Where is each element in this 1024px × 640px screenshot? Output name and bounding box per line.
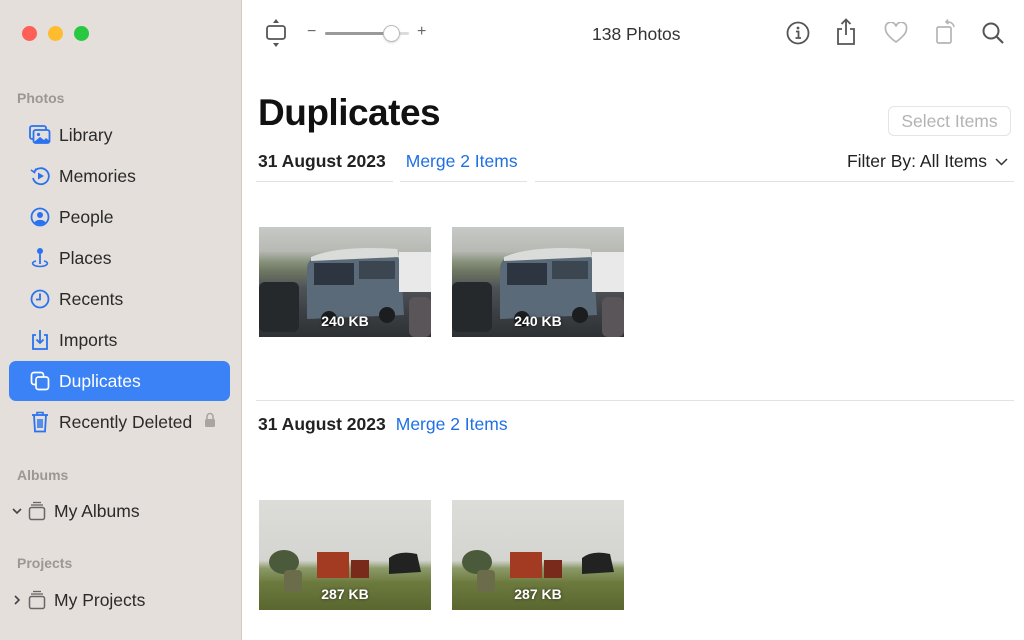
sidebar-item-people[interactable]: People (9, 197, 230, 237)
sidebar-item-my-projects[interactable]: My Projects (10, 585, 145, 615)
chevron-down-icon (995, 157, 1008, 166)
duplicate-group-header: 31 August 2023 Merge 2 Items (258, 151, 518, 172)
sidebar-item-label: Memories (59, 165, 136, 186)
trash-icon (29, 411, 51, 433)
sidebar-item-imports[interactable]: Imports (9, 320, 230, 360)
filter-label: Filter By: (846, 151, 916, 171)
photo-file-size: 287 KB (321, 586, 369, 602)
sidebar-item-label: Imports (59, 329, 118, 350)
zoom-slider-track[interactable] (325, 25, 409, 42)
sidebar-item-places[interactable]: Places (9, 238, 230, 278)
sidebar-item-label: My Projects (54, 589, 146, 610)
minimize-window-button[interactable] (48, 26, 63, 41)
import-icon (29, 329, 51, 351)
sidebar-section-photos: Photos (17, 90, 65, 106)
sidebar-item-recently-deleted[interactable]: Recently Deleted (9, 402, 230, 442)
favorite-button[interactable] (883, 20, 909, 46)
info-icon (786, 21, 810, 45)
clock-icon (29, 288, 51, 310)
divider (535, 181, 1014, 182)
sidebar-item-my-albums[interactable]: My Albums (10, 496, 140, 526)
info-button[interactable] (785, 20, 811, 46)
heart-icon (884, 22, 908, 44)
map-pin-icon (29, 247, 51, 269)
merge-items-button[interactable]: Merge 2 Items (406, 151, 518, 172)
sidebar-item-memories[interactable]: Memories (9, 156, 230, 196)
sidebar-item-label: Library (59, 124, 113, 145)
photo-thumbnail[interactable]: 240 KB (259, 227, 431, 337)
album-stack-icon (28, 501, 46, 521)
group-date: 31 August 2023 (258, 414, 386, 434)
photo-count: 138 Photos (592, 24, 681, 44)
sidebar-item-label: My Albums (54, 500, 140, 521)
close-window-button[interactable] (22, 26, 37, 41)
chevron-right-icon[interactable] (10, 595, 24, 605)
page-title: Duplicates (258, 92, 441, 133)
photo-file-size: 240 KB (514, 313, 562, 329)
aspect-ratio-toggle-button[interactable] (265, 18, 287, 48)
photo-file-size: 287 KB (514, 586, 562, 602)
sidebar-item-label: People (59, 206, 114, 227)
zoom-window-button[interactable] (74, 26, 89, 41)
divider (400, 181, 527, 182)
photo-thumbnail[interactable]: 240 KB (452, 227, 624, 337)
zoom-slider-fill (325, 32, 391, 35)
photo-thumbnail[interactable]: 287 KB (259, 500, 431, 610)
share-icon (837, 18, 855, 45)
search-button[interactable] (980, 20, 1006, 46)
aspect-ratio-icon (266, 19, 286, 47)
memories-icon (29, 165, 51, 187)
zoom-slider-knob[interactable] (382, 25, 400, 42)
photos-app-window: Photos Library Memories People Places Re… (0, 0, 1024, 640)
select-items-button[interactable]: Select Items (888, 106, 1011, 136)
main-content: − + 138 Photos Duplicates Select Items 3… (243, 0, 1024, 640)
sidebar-item-label: Places (59, 247, 112, 268)
photo-library-icon (29, 124, 51, 146)
group-separator (256, 400, 1014, 401)
duplicate-group-header: 31 August 2023 Merge 2 Items (258, 414, 508, 435)
duplicate-icon (29, 370, 51, 392)
sidebar-item-duplicates[interactable]: Duplicates (9, 361, 230, 401)
search-icon (982, 22, 1004, 44)
rotate-button[interactable] (933, 17, 959, 47)
album-stack-icon (28, 590, 46, 610)
sidebar-item-recents[interactable]: Recents (9, 279, 230, 319)
group-date: 31 August 2023 (258, 151, 386, 171)
sidebar-item-library[interactable]: Library (9, 115, 230, 155)
zoom-in-label[interactable]: + (417, 23, 426, 41)
merge-items-button[interactable]: Merge 2 Items (396, 414, 508, 435)
filter-dropdown[interactable]: Filter By: All Items (847, 151, 1008, 172)
sidebar-item-label: Recents (59, 288, 124, 309)
person-circle-icon (29, 206, 51, 228)
photo-file-size: 240 KB (321, 313, 369, 329)
window-controls (22, 26, 89, 41)
chevron-down-icon[interactable] (10, 507, 24, 515)
sidebar: Photos Library Memories People Places Re… (0, 0, 242, 640)
filter-value: All Items (919, 151, 987, 171)
share-button[interactable] (835, 17, 857, 47)
divider (256, 181, 393, 182)
rotate-icon (936, 19, 955, 44)
photo-thumbnail[interactable]: 287 KB (452, 500, 624, 610)
sidebar-section-projects: Projects (17, 555, 73, 571)
lock-icon (204, 412, 216, 433)
sidebar-item-label: Duplicates (59, 370, 141, 391)
zoom-slider[interactable]: − + (305, 23, 435, 43)
sidebar-item-label: Recently Deleted (59, 411, 193, 432)
zoom-out-label[interactable]: − (307, 23, 316, 41)
sidebar-section-albums: Albums (17, 467, 69, 483)
